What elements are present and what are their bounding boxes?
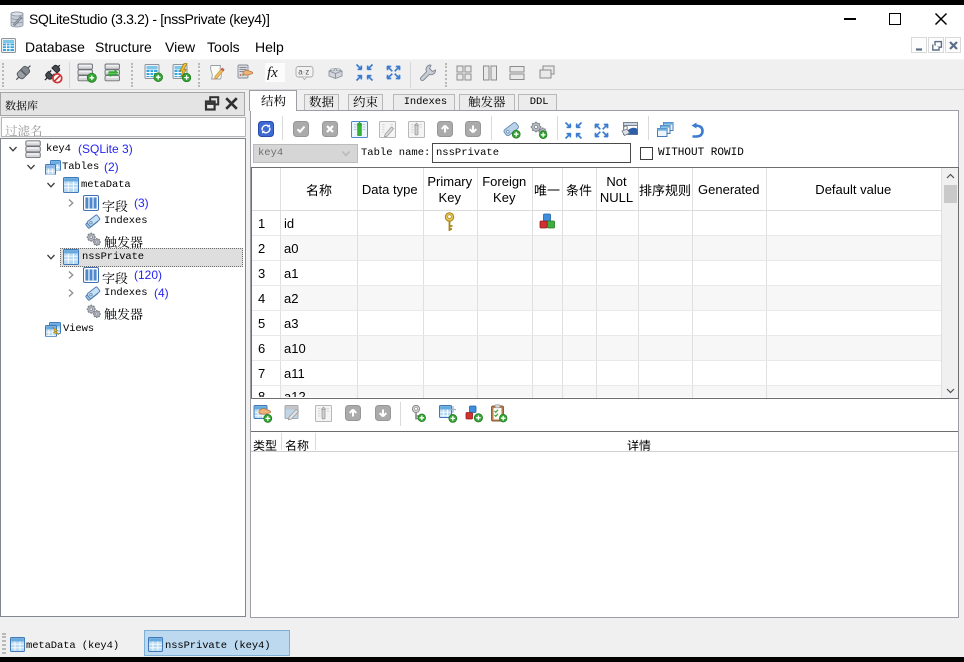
svg-text:fx: fx [267, 65, 278, 81]
svg-text:a·z: a·z [298, 68, 309, 77]
